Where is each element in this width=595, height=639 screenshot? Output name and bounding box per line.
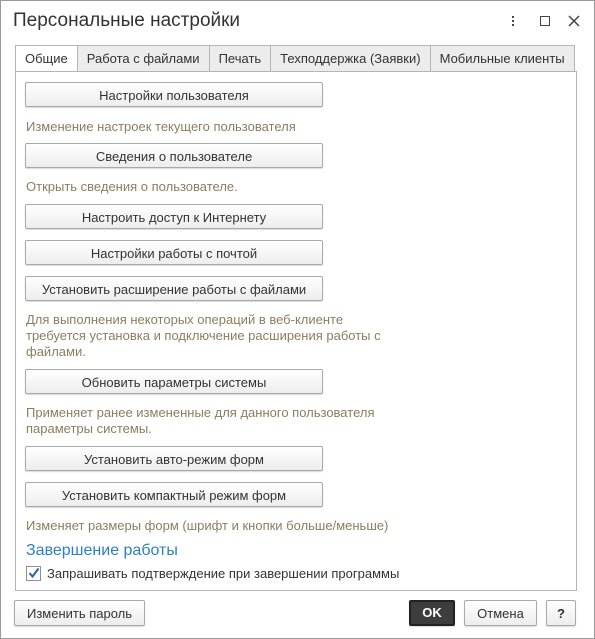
tab-bar: Общие Работа с файлами Печать Техподдерж… bbox=[15, 45, 575, 74]
file-extension-button[interactable]: Установить расширение работы с файлами bbox=[25, 276, 323, 301]
internet-access-button[interactable]: Настроить доступ к Интернету bbox=[25, 204, 323, 229]
title-bar: Персональные настройки bbox=[1, 1, 594, 41]
user-settings-description: Изменение настроек текущего пользователя bbox=[26, 119, 296, 134]
dialog-title: Персональные настройки bbox=[13, 10, 241, 31]
update-params-button[interactable]: Обновить параметры системы bbox=[25, 369, 323, 394]
update-params-description: Применяет ранее измененные для данного п… bbox=[26, 405, 375, 436]
user-info-description: Открыть сведения о пользователе. bbox=[26, 179, 238, 194]
compact-mode-button[interactable]: Установить компактный режим форм bbox=[25, 482, 323, 507]
form-mode-description: Изменяет размеры форм (шрифт и кнопки бо… bbox=[26, 518, 389, 533]
confirm-exit-label: Запрашивать подтверждение при завершении… bbox=[47, 565, 400, 581]
general-tab-panel: Настройки пользователя Изменение настрое… bbox=[15, 71, 577, 591]
close-icon[interactable] bbox=[564, 11, 584, 31]
tab-mobile-clients[interactable]: Мобильные клиенты bbox=[430, 45, 575, 73]
confirm-exit-checkbox[interactable] bbox=[26, 565, 41, 581]
more-vertical-icon[interactable] bbox=[503, 11, 523, 31]
file-extension-description: Для выполнения некоторых операций в веб-… bbox=[26, 312, 381, 359]
tab-general[interactable]: Общие bbox=[15, 45, 78, 74]
tab-print[interactable]: Печать bbox=[209, 45, 272, 73]
tab-files[interactable]: Работа с файлами bbox=[77, 45, 210, 73]
tab-support[interactable]: Техподдержка (Заявки) bbox=[271, 45, 431, 73]
user-settings-button[interactable]: Настройки пользователя bbox=[25, 82, 323, 107]
cancel-button[interactable]: Отмена bbox=[464, 600, 537, 626]
checkmark-icon bbox=[28, 567, 40, 578]
shutdown-section-title: Завершение работы bbox=[26, 542, 178, 559]
auto-mode-button[interactable]: Установить авто-режим форм bbox=[25, 446, 323, 471]
confirm-exit-row: Запрашивать подтверждение при завершении… bbox=[26, 565, 399, 581]
mail-settings-button[interactable]: Настройки работы с почтой bbox=[25, 240, 323, 265]
ok-button[interactable]: OK bbox=[409, 600, 455, 626]
settings-dialog: Персональные настройки Общие Работа с фа… bbox=[0, 0, 595, 639]
change-password-button[interactable]: Изменить пароль bbox=[14, 600, 145, 626]
help-button[interactable]: ? bbox=[546, 600, 576, 626]
maximize-icon[interactable] bbox=[535, 11, 555, 31]
user-info-button[interactable]: Сведения о пользователе bbox=[25, 143, 323, 168]
